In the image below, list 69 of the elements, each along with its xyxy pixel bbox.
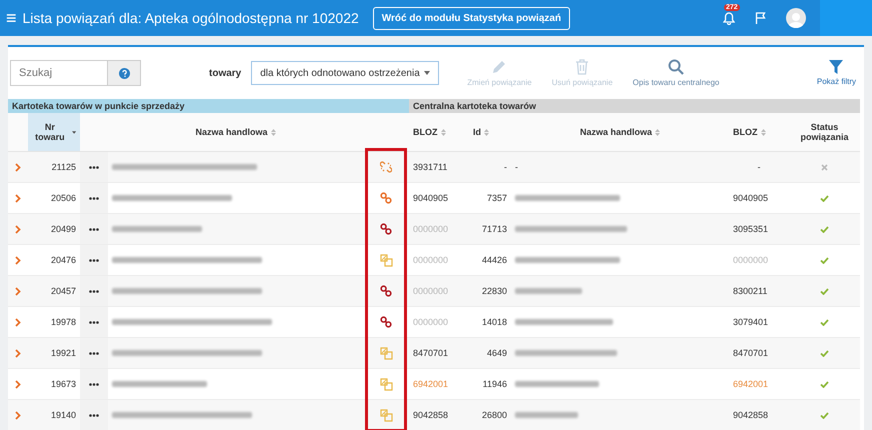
table-cell: 20499 [28, 214, 80, 245]
expand-icon[interactable] [15, 348, 21, 358]
trash-icon [575, 59, 590, 75]
table-cell: 0000000 [409, 214, 469, 245]
group-header: Kartoteka towarów w punkcie sprzedaży [8, 99, 409, 113]
caret-icon [424, 71, 430, 75]
more-icon[interactable] [89, 382, 99, 386]
table-cell: 19140 [28, 400, 80, 430]
search-field[interactable]: Szukaj [10, 60, 141, 86]
filters-button[interactable]: Pokaż filtry [816, 60, 856, 86]
page-title: Lista powiązań dla: Apteka ogólnodostępna nr 102022 [22, 10, 359, 26]
table-cell: 8300211 [729, 276, 789, 307]
corner-panel [820, 0, 872, 36]
column-header[interactable]: Nazwa handlowa [108, 113, 363, 152]
table-cell: 19921 [28, 338, 80, 369]
expand-icon[interactable] [15, 286, 21, 296]
expand-icon[interactable] [15, 380, 21, 388]
table-cell: 22830 [469, 276, 511, 307]
table-cell: 8470701 [409, 338, 469, 369]
blurred-text [515, 412, 578, 418]
table-cell: 21125 [28, 152, 80, 183]
filter-label: towary [209, 68, 242, 78]
search-icon [668, 59, 684, 75]
back-button[interactable]: Wróć do modułu Statystyka powiązań [372, 6, 570, 30]
table-cell: 3095351 [729, 214, 789, 245]
bell-icon[interactable] [723, 12, 735, 24]
group-header: Centralna kartoteka towarów [409, 99, 860, 113]
column-header[interactable]: BLOZ [729, 113, 789, 152]
table-cell: 3931711 [409, 152, 469, 183]
column-header[interactable]: Status powiązania [789, 113, 860, 152]
expand-icon[interactable] [15, 410, 21, 420]
table-cell: 9042858 [729, 400, 789, 430]
more-icon[interactable] [89, 228, 99, 230]
table-cell: 0000000 [409, 276, 469, 307]
table-cell: - [729, 152, 789, 183]
menu-icon[interactable]: ≡ [0, 8, 23, 28]
expand-icon[interactable] [15, 318, 21, 326]
pencil-icon [491, 59, 508, 75]
filter-dropdown[interactable]: dla których odnotowano ostrzeżenia [251, 61, 440, 85]
expand-icon[interactable] [15, 194, 21, 202]
table-cell: 8470701 [729, 338, 789, 369]
table-cell: - [515, 162, 518, 172]
table-cell: 4649 [469, 338, 511, 369]
flag-icon[interactable] [755, 12, 766, 24]
table-cell: 9042858 [409, 400, 469, 430]
blurred-text [515, 288, 582, 294]
search-action-button[interactable]: Opis towaru centralnego [632, 59, 720, 87]
table-cell: 26800 [469, 400, 511, 430]
table-cell: 71713 [469, 214, 511, 245]
column-header[interactable]: Nazwa handlowa [511, 113, 729, 152]
more-icon[interactable] [89, 320, 99, 324]
more-icon[interactable] [89, 352, 99, 354]
expand-icon[interactable] [15, 224, 21, 234]
expand-icon[interactable] [15, 256, 21, 264]
column-header[interactable]: Nr towaru [28, 113, 80, 152]
filter-icon [829, 60, 844, 74]
table-cell: - [469, 152, 511, 183]
more-icon[interactable] [89, 196, 99, 200]
more-icon[interactable] [89, 258, 99, 262]
sort-icon[interactable] [72, 130, 76, 134]
more-icon[interactable] [89, 290, 99, 292]
help-icon[interactable] [118, 68, 130, 78]
column-header[interactable]: BLOZ [409, 113, 469, 152]
column-header[interactable]: Id [469, 113, 511, 152]
avatar-icon[interactable] [786, 8, 806, 28]
more-icon[interactable] [89, 166, 99, 168]
table-cell: 20457 [28, 276, 80, 307]
more-icon[interactable] [89, 414, 99, 416]
expand-icon[interactable] [15, 162, 21, 172]
